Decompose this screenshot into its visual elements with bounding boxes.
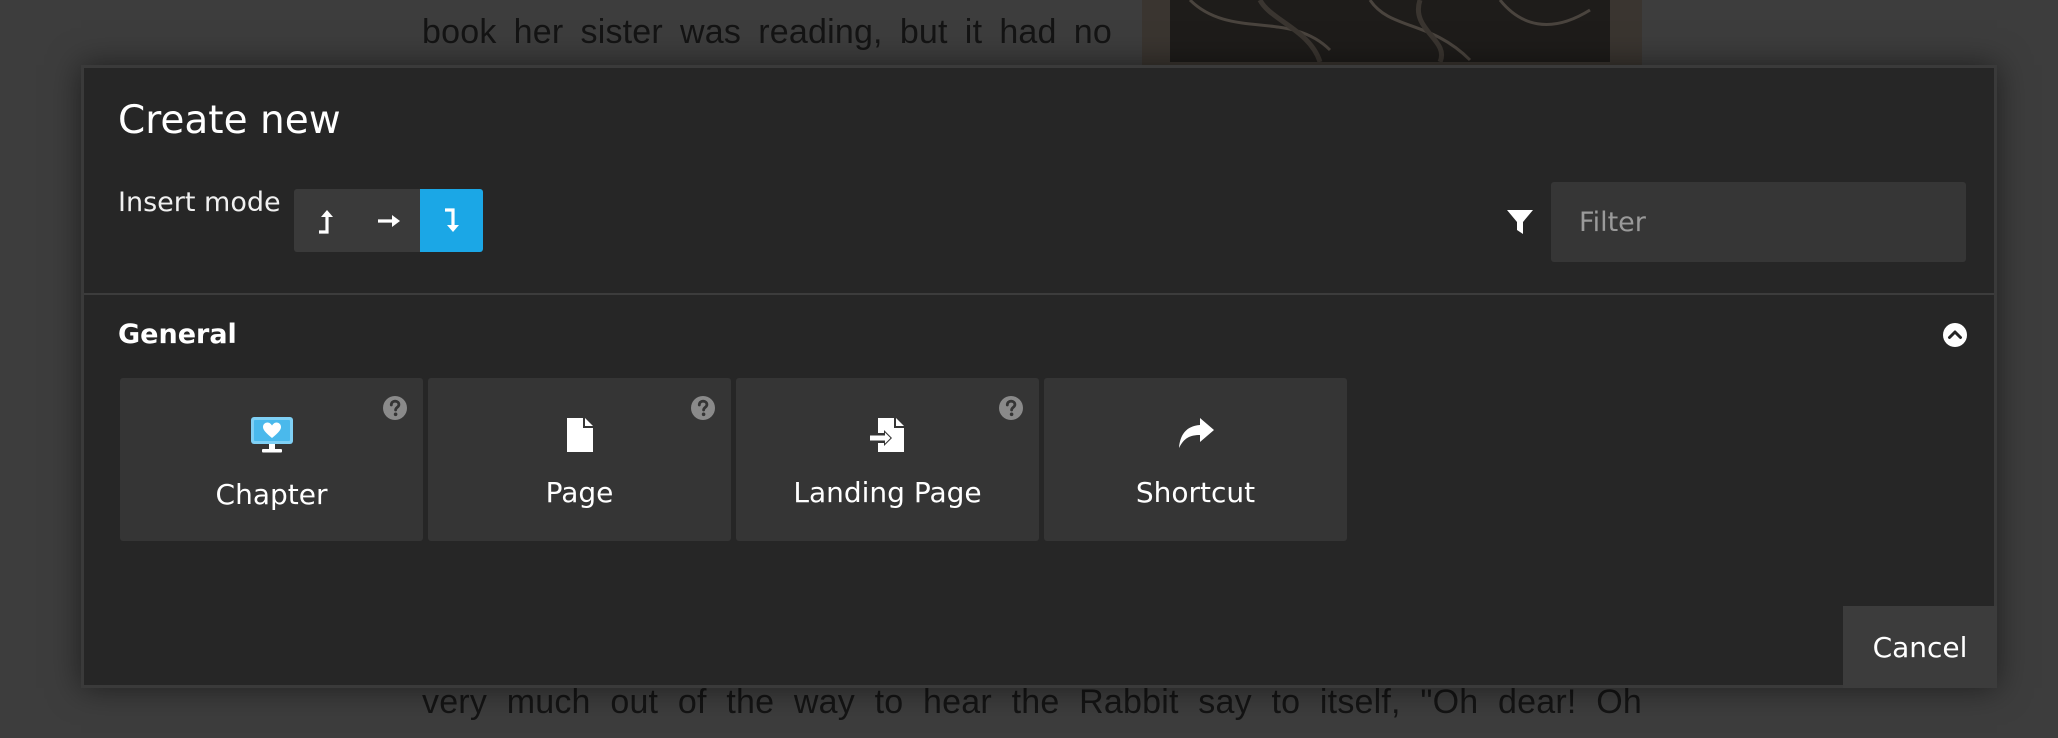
insert-before-icon [318, 209, 333, 234]
insert-after-icon [377, 214, 400, 227]
help-icon[interactable] [690, 395, 716, 421]
dialog-title: Create new [118, 98, 341, 143]
background-text-top: book her sister was reading, but it had … [422, 13, 1112, 51]
create-new-dialog: Create new Insert mode General [81, 65, 1997, 688]
card-shortcut[interactable]: Shortcut [1044, 378, 1347, 541]
insert-after-button[interactable] [357, 189, 420, 252]
card-label: Shortcut [1135, 476, 1256, 509]
background-illustration [1142, 0, 1642, 66]
card-chapter[interactable]: Chapter [120, 378, 423, 541]
cancel-button[interactable]: Cancel [1843, 606, 1997, 688]
insert-before-button[interactable] [294, 189, 357, 252]
share-arrow-icon [1176, 416, 1216, 452]
file-icon [565, 416, 595, 454]
header-divider [84, 293, 1994, 295]
monitor-heart-icon [250, 416, 294, 454]
file-import-icon [868, 416, 908, 454]
help-icon[interactable] [998, 395, 1024, 421]
chevron-up-circle-icon[interactable] [1942, 322, 1968, 348]
card-label: Landing Page [793, 476, 982, 509]
insert-mode-label: Insert mode [118, 187, 281, 218]
background-text-bottom: very much out of the way to hear the Rab… [422, 683, 1642, 721]
insert-child-icon [444, 207, 459, 232]
card-page[interactable]: Page [428, 378, 731, 541]
content-type-list: Chapter Page Landing Page Shortcut [120, 378, 1347, 541]
insert-child-button[interactable] [420, 189, 483, 252]
card-label: Page [545, 476, 614, 509]
filter-input[interactable] [1551, 182, 1966, 262]
section-title-general[interactable]: General [118, 318, 237, 352]
help-icon[interactable] [382, 395, 408, 421]
filter-icon [1507, 210, 1533, 234]
insert-mode-toggle-group [294, 189, 483, 252]
card-landing-page[interactable]: Landing Page [736, 378, 1039, 541]
card-label: Chapter [215, 478, 328, 511]
